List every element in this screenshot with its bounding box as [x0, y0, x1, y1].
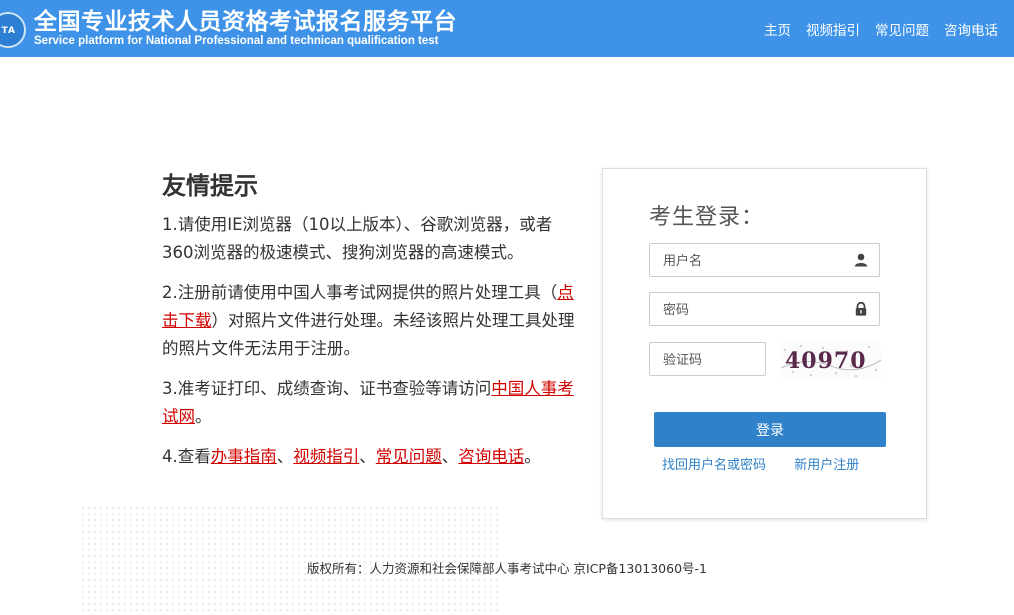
- nav-home[interactable]: 主页: [764, 19, 791, 39]
- captcha-input[interactable]: [661, 344, 765, 376]
- nav-contact-phone[interactable]: 咨询电话: [944, 19, 998, 39]
- nav-video-guide[interactable]: 视频指引: [806, 19, 860, 39]
- user-icon: [854, 253, 868, 267]
- password-field-box: [649, 292, 880, 326]
- site-logo: CTA: [0, 12, 26, 48]
- recover-account-link[interactable]: 找回用户名或密码: [662, 458, 766, 473]
- tip-4-sep: 、: [441, 447, 459, 466]
- video-guide-link[interactable]: 视频指引: [293, 447, 359, 466]
- login-button[interactable]: 登录: [654, 412, 886, 447]
- tips-heading: 友情提示: [162, 172, 258, 200]
- username-field-box: [649, 243, 880, 277]
- faq-link[interactable]: 常见问题: [376, 447, 442, 466]
- tip-item-4: 4.查看办事指南、视频指引、常见问题、咨询电话。: [162, 443, 582, 471]
- site-title: 全国专业技术人员资格考试报名服务平台: [34, 9, 457, 35]
- login-panel: 考生登录： 40970 登录 找回用户名或密码: [602, 168, 927, 519]
- tip-3-text-a: 3.准考证打印、成绩查询、证书查验等请访问: [162, 379, 492, 398]
- captcha-field-box: [649, 342, 766, 376]
- guide-link[interactable]: 办事指南: [211, 447, 277, 466]
- captcha-text: 40970: [785, 348, 867, 374]
- tip-item-1: 1.请使用IE浏览器（10以上版本）、谷歌浏览器，或者360浏览器的极速模式、搜…: [162, 215, 553, 262]
- site-subtitle: Service platform for National Profession…: [34, 35, 439, 47]
- tip-item-2: 2.注册前请使用中国人事考试网提供的照片处理工具（点击下载）对照片文件进行处理。…: [162, 279, 582, 363]
- username-input[interactable]: [661, 245, 845, 277]
- tip-3-text-b: 。: [195, 407, 212, 426]
- tip-2-text-a: 2.注册前请使用中国人事考试网提供的照片处理工具（: [162, 283, 558, 302]
- nav-faq[interactable]: 常见问题: [875, 19, 929, 39]
- login-links: 找回用户名或密码 新用户注册: [662, 454, 859, 473]
- tip-4-sep: 、: [359, 447, 376, 466]
- tip-item-3: 3.准考证打印、成绩查询、证书查验等请访问中国人事考试网。: [162, 375, 582, 431]
- tip-2-text-b: ）对照片文件进行处理。未经该照片处理工具处理的照片文件无法用于注册。: [162, 311, 575, 358]
- tips-panel: 友情提示 1.请使用IE浏览器（10以上版本）、谷歌浏览器，或者360浏览器的极…: [162, 166, 582, 483]
- logo-text: CTA: [0, 26, 17, 36]
- contact-phone-link[interactable]: 咨询电话: [458, 447, 524, 466]
- lock-icon: [855, 302, 867, 316]
- tip-4-sep: 、: [276, 447, 294, 466]
- top-nav: 主页 视频指引 常见问题 咨询电话: [764, 19, 998, 39]
- footer-copyright: 版权所有：人力资源和社会保障部人事考试中心 京ICP备13013060号-1: [306, 561, 707, 576]
- login-title: 考生登录：: [649, 205, 765, 230]
- captcha-image[interactable]: 40970: [781, 342, 881, 379]
- register-link[interactable]: 新用户注册: [794, 458, 859, 473]
- tip-4-text-b: 。: [524, 447, 541, 466]
- site-header: CTA 全国专业技术人员资格考试报名服务平台 Service platform …: [0, 0, 1014, 57]
- password-input[interactable]: [661, 294, 845, 326]
- tip-4-text-a: 4.查看: [162, 447, 211, 466]
